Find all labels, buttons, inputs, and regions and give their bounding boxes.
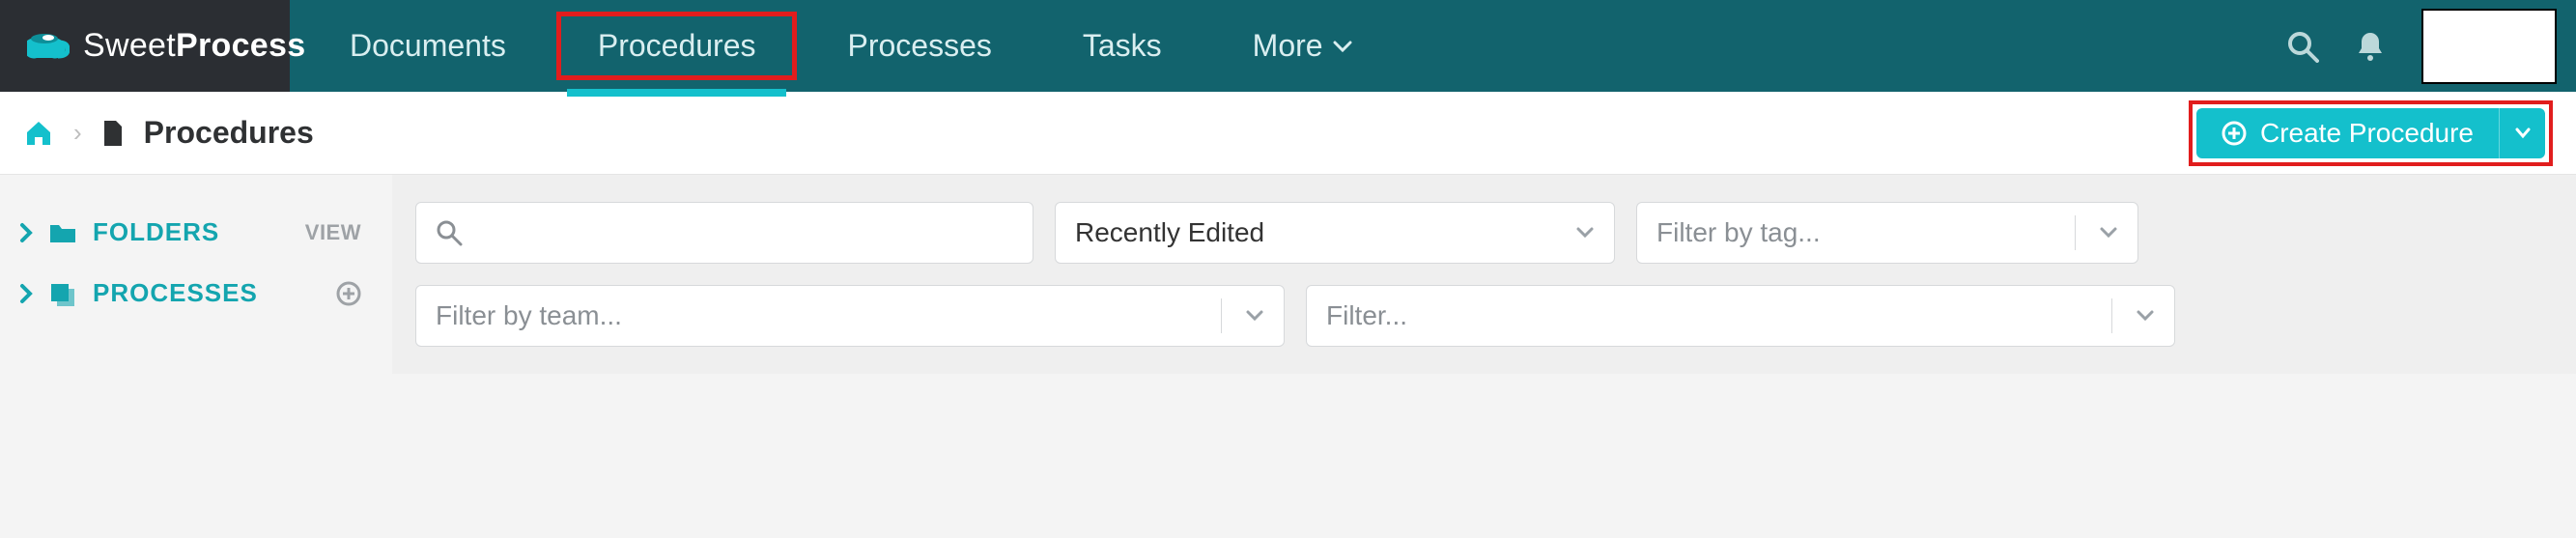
divider bbox=[2075, 215, 2076, 250]
top-nav: SweetProcess Documents Procedures Proces… bbox=[0, 0, 2576, 92]
nav-items: Documents Procedures Processes Tasks Mor… bbox=[290, 0, 2286, 92]
chevron-right-icon bbox=[19, 222, 33, 243]
stack-icon bbox=[48, 281, 77, 306]
search-input[interactable] bbox=[415, 202, 1033, 264]
user-avatar[interactable] bbox=[2421, 9, 2557, 84]
brand-text: SweetProcess bbox=[83, 27, 305, 65]
folder-icon bbox=[48, 221, 77, 244]
search-icon bbox=[436, 219, 463, 246]
sidebar-folders-view[interactable]: VIEW bbox=[305, 220, 361, 245]
tag-filter[interactable]: Filter by tag... bbox=[1636, 202, 2138, 264]
sidebar-folders-label: FOLDERS bbox=[93, 217, 290, 247]
filter-row-1: Recently Edited Filter by tag... bbox=[415, 202, 2553, 264]
chevron-down-icon bbox=[1333, 40, 1352, 53]
home-icon[interactable] bbox=[23, 119, 54, 148]
plus-circle-icon bbox=[2222, 121, 2247, 146]
create-procedure-button[interactable]: Create Procedure bbox=[2196, 108, 2499, 158]
divider bbox=[2111, 298, 2112, 333]
sort-value: Recently Edited bbox=[1075, 217, 1562, 248]
sidebar-processes-label: PROCESSES bbox=[93, 278, 321, 308]
chevron-down-icon bbox=[1575, 226, 1595, 240]
sidebar-processes-add[interactable] bbox=[336, 281, 361, 306]
create-procedure-label: Create Procedure bbox=[2260, 118, 2474, 149]
tag-placeholder: Filter by tag... bbox=[1656, 217, 2061, 248]
filter-row-2: Filter by team... Filter... bbox=[415, 285, 2553, 347]
document-icon bbox=[101, 119, 125, 148]
create-procedure-dropdown[interactable] bbox=[2499, 108, 2545, 158]
generic-filter[interactable]: Filter... bbox=[1306, 285, 2175, 347]
filter-placeholder: Filter... bbox=[1326, 300, 2098, 331]
brand-cup-icon bbox=[27, 29, 70, 64]
nav-documents[interactable]: Documents bbox=[309, 13, 547, 79]
team-placeholder: Filter by team... bbox=[436, 300, 1207, 331]
search-icon[interactable] bbox=[2286, 30, 2319, 63]
bell-icon[interactable] bbox=[2356, 30, 2385, 63]
create-procedure-highlight: Create Procedure bbox=[2189, 100, 2553, 166]
sidebar-processes[interactable]: PROCESSES bbox=[0, 263, 392, 324]
chevron-down-icon bbox=[2136, 309, 2155, 323]
nav-more[interactable]: More bbox=[1212, 13, 1393, 79]
chevron-down-icon bbox=[2099, 226, 2118, 240]
sort-select[interactable]: Recently Edited bbox=[1055, 202, 1615, 264]
breadcrumb-bar: › Procedures Create Procedure bbox=[0, 92, 2576, 175]
content: Recently Edited Filter by tag... Filter … bbox=[392, 175, 2576, 374]
divider bbox=[1221, 298, 1222, 333]
team-filter[interactable]: Filter by team... bbox=[415, 285, 1285, 347]
sidebar: FOLDERS VIEW PROCESSES bbox=[0, 175, 392, 351]
nav-procedures[interactable]: Procedures bbox=[556, 12, 798, 80]
nav-processes[interactable]: Processes bbox=[807, 13, 1032, 79]
nav-tasks[interactable]: Tasks bbox=[1042, 13, 1203, 79]
sidebar-folders[interactable]: FOLDERS VIEW bbox=[0, 202, 392, 263]
breadcrumb: › Procedures bbox=[23, 115, 314, 151]
breadcrumb-title: Procedures bbox=[144, 115, 314, 151]
breadcrumb-sep: › bbox=[73, 118, 82, 148]
chevron-down-icon bbox=[1245, 309, 1264, 323]
chevron-right-icon bbox=[19, 283, 33, 304]
main: FOLDERS VIEW PROCESSES R bbox=[0, 175, 2576, 374]
brand[interactable]: SweetProcess bbox=[0, 0, 290, 92]
nav-right bbox=[2286, 0, 2576, 92]
